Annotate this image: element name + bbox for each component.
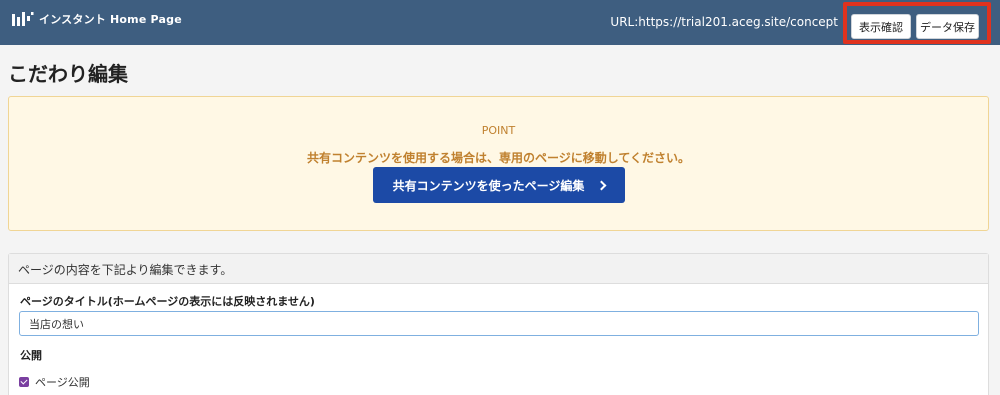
logo-icon	[12, 12, 34, 26]
edit-panel: ページの内容を下記より編集できます。 ページのタイトル(ホームページの表示には反…	[8, 253, 989, 395]
publish-checkbox-label: ページ公開	[35, 376, 90, 389]
logo[interactable]: インスタント Home Page	[12, 11, 182, 27]
header-actions-highlight: 表示確認 データ保存	[843, 2, 991, 44]
preview-button[interactable]: 表示確認	[851, 14, 911, 39]
logo-text: インスタント Home Page	[39, 13, 182, 26]
publish-checkbox-row[interactable]: ページ公開	[19, 374, 90, 390]
panel-heading: ページの内容を下記より編集できます。	[18, 263, 233, 277]
publish-checkbox[interactable]	[19, 377, 29, 387]
point-notice: POINT 共有コンテンツを使用する場合は、専用のページに移動してください。 共…	[8, 96, 989, 231]
page-title: こだわり編集	[8, 62, 128, 86]
page-title-field-label: ページのタイトル(ホームページの表示には反映されません)	[20, 295, 315, 308]
point-label: POINT	[481, 124, 516, 137]
panel-header: ページの内容を下記より編集できます。	[9, 254, 988, 284]
page-title-input[interactable]	[19, 311, 979, 336]
top-header: インスタント Home Page URL:https://trial201.ac…	[0, 0, 1000, 45]
publish-section-label: 公開	[20, 349, 42, 362]
save-data-button[interactable]: データ保存	[916, 14, 979, 39]
shared-content-edit-button[interactable]: 共有コンテンツを使ったページ編集	[373, 167, 625, 203]
shared-content-edit-label: 共有コンテンツを使ったページ編集	[392, 178, 585, 193]
point-message: 共有コンテンツを使用する場合は、専用のページに移動してください。	[306, 151, 691, 165]
chevron-right-icon	[596, 180, 607, 190]
site-url: URL:https://trial201.aceg.site/concept	[610, 15, 838, 29]
